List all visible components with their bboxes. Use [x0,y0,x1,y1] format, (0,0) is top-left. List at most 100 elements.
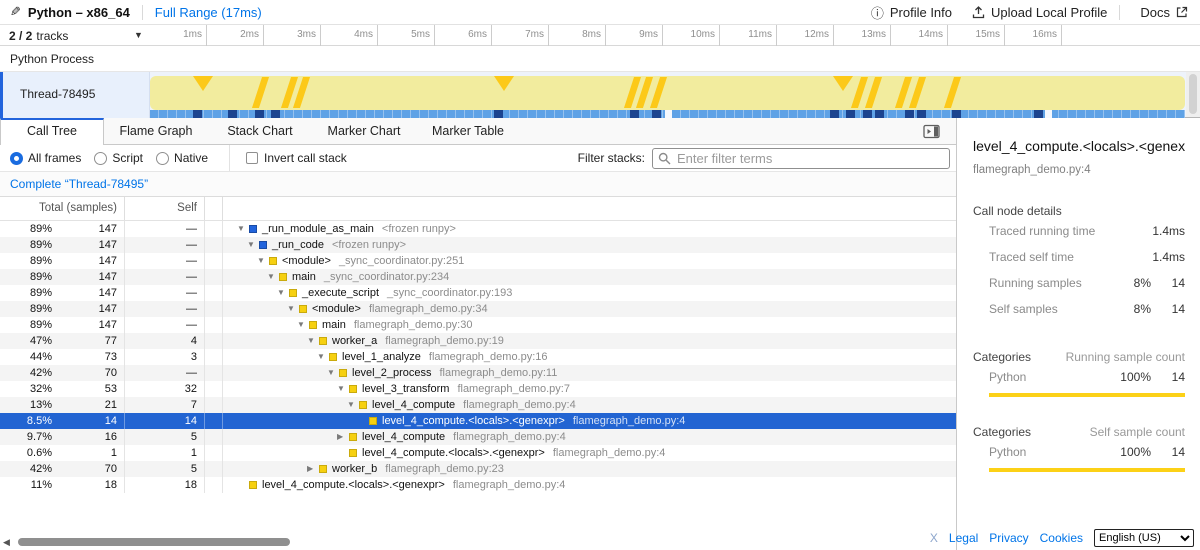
process-track-row[interactable]: Python Process [0,46,1200,72]
categories-title: Categories [973,350,1031,364]
invert-call-stack-checkbox[interactable] [246,152,258,164]
jank-marker[interactable] [494,76,514,91]
collapse-icon[interactable]: ▼ [247,237,259,253]
full-range-link[interactable]: Full Range (17ms) [155,5,262,20]
footer-link-cookies[interactable]: Cookies [1040,531,1083,545]
collapse-icon[interactable]: ▼ [337,381,349,397]
table-row[interactable]: 89%147—▼<module>_sync_coordinator.py:251 [0,253,956,269]
sample-tick [652,110,661,118]
tracks-dropdown[interactable]: 2 / 2 tracks [0,25,150,46]
scrollbar-thumb[interactable] [1189,74,1197,114]
jank-marker[interactable] [252,77,269,108]
jank-marker[interactable] [650,77,667,108]
collapse-icon[interactable]: ▼ [317,349,329,365]
scrollbar-thumb[interactable] [18,538,290,546]
table-row[interactable]: 89%147—▼_execute_script_sync_coordinator… [0,285,956,301]
total-count: 77 [52,333,124,349]
collapse-icon[interactable]: ▼ [257,253,269,269]
total-percent: 89% [0,301,52,317]
tab-marker-chart[interactable]: Marker Chart [312,118,416,144]
upload-profile-button[interactable]: Upload Local Profile [972,5,1107,20]
docs-link[interactable]: Docs [1140,5,1188,20]
sample-tick [863,110,872,118]
collapse-icon[interactable]: ▼ [277,285,289,301]
detail-row: Running samples8%14 [989,270,1185,296]
tab-stack-chart[interactable]: Stack Chart [208,118,312,144]
jank-marker[interactable] [909,77,926,108]
jank-marker[interactable] [865,77,882,108]
total-percent: 32% [0,381,52,397]
thread-track-label[interactable]: Thread-78495 [0,72,150,118]
table-row[interactable]: 32%5332▼level_3_transformflamegraph_demo… [0,381,956,397]
profile-info-button[interactable]: ⓘ Profile Info [871,3,952,22]
total-samples-column-header[interactable]: Total (samples) [0,197,125,220]
collapse-icon[interactable]: ▼ [307,333,319,349]
tab-call-tree[interactable]: Call Tree [0,118,104,145]
invert-call-stack-label: Invert call stack [264,151,347,165]
timeline-header: 2 / 2 tracks ▼ 1ms2ms3ms4ms5ms6ms7ms8ms9… [0,25,1200,46]
edit-profile-name-icon[interactable]: ✎ [10,4,21,20]
language-select[interactable]: English (US) [1094,529,1194,547]
tree-cell: ▼level_2_processflamegraph_demo.py:11 [223,365,956,381]
collapse-icon[interactable]: ▼ [237,221,249,237]
tab-marker-table[interactable]: Marker Table [416,118,520,144]
scroll-left-icon[interactable]: ◀ [3,537,10,548]
expand-icon[interactable]: ▶ [337,429,349,445]
breadcrumb-root-link[interactable]: Complete “Thread-78495” [10,177,148,191]
expand-icon[interactable]: ▶ [307,461,319,477]
table-row[interactable]: 11%1818level_4_compute.<locals>.<genexpr… [0,477,956,493]
tree-cell: ▼_run_code<frozen runpy> [223,237,956,253]
footer-link-privacy[interactable]: Privacy [989,531,1028,545]
table-row[interactable]: 0.6%11level_4_compute.<locals>.<genexpr>… [0,445,956,461]
total-count: 16 [52,429,124,445]
collapse-icon[interactable]: ▼ [287,301,299,317]
table-row[interactable]: 89%147—▼mainflamegraph_demo.py:30 [0,317,956,333]
thread-samples-strip[interactable] [150,110,1185,118]
horizontal-scrollbar[interactable]: ◀ [0,536,956,548]
sidebar-toggle-button[interactable] [923,124,940,139]
total-cell: 89%147 [0,253,125,269]
thread-activity-graph[interactable] [150,76,1185,110]
footer-close-button[interactable]: X [930,531,938,545]
footer-link-legal[interactable]: Legal [949,531,978,545]
time-ruler[interactable]: 1ms2ms3ms4ms5ms6ms7ms8ms9ms10ms11ms12ms1… [150,25,1200,46]
self-column-header[interactable]: Self [125,197,205,220]
tab-flame-graph[interactable]: Flame Graph [104,118,208,144]
upload-icon [972,6,985,19]
table-row[interactable]: 13%217▼level_4_computeflamegraph_demo.py… [0,397,956,413]
collapse-icon[interactable]: ▼ [327,365,339,381]
jank-marker[interactable] [833,76,853,91]
chevron-down-icon[interactable]: ▼ [134,30,143,40]
collapse-icon[interactable]: ▼ [267,269,279,285]
table-row[interactable]: 47%774▼worker_aflamegraph_demo.py:19 [0,333,956,349]
collapse-icon[interactable]: ▼ [347,397,359,413]
filter-stacks-input[interactable] [652,148,950,169]
collapse-icon[interactable]: ▼ [297,317,309,333]
icon-cell [205,285,223,301]
radio-all-frames[interactable]: All frames [10,151,81,165]
timeline-vertical-scrollbar[interactable] [1186,72,1200,117]
total-percent: 89% [0,317,52,333]
sidebar-function-name: level_4_compute.<locals>.<genex… [973,138,1186,154]
table-row[interactable]: 89%147—▼_run_module_as_main<frozen runpy… [0,221,956,237]
table-row[interactable]: 9.7%165▶level_4_computeflamegraph_demo.p… [0,429,956,445]
jank-marker[interactable] [193,76,213,91]
table-row[interactable]: 89%147—▼main_sync_coordinator.py:234 [0,269,956,285]
table-row[interactable]: 89%147—▼_run_code<frozen runpy> [0,237,956,253]
radio-script[interactable]: Script [94,151,143,165]
function-location: flamegraph_demo.py:19 [385,333,504,349]
tree-cell: ▼main_sync_coordinator.py:234 [223,269,956,285]
table-row[interactable]: 42%705▶worker_bflamegraph_demo.py:23 [0,461,956,477]
category-square-yellow [369,417,377,425]
table-row[interactable]: 44%733▼level_1_analyzeflamegraph_demo.py… [0,349,956,365]
table-row[interactable]: 8.5%1414level_4_compute.<locals>.<genexp… [0,413,956,429]
thread-track-row[interactable]: Thread-78495 [0,72,1200,118]
table-row[interactable]: 42%70—▼level_2_processflamegraph_demo.py… [0,365,956,381]
radio-native[interactable]: Native [156,151,208,165]
icon-cell [205,237,223,253]
table-row[interactable]: 89%147—▼<module>flamegraph_demo.py:34 [0,301,956,317]
jank-marker[interactable] [944,77,961,108]
category-square-yellow [299,305,307,313]
function-name: worker_a [332,333,377,349]
self-cell: 4 [125,333,205,349]
